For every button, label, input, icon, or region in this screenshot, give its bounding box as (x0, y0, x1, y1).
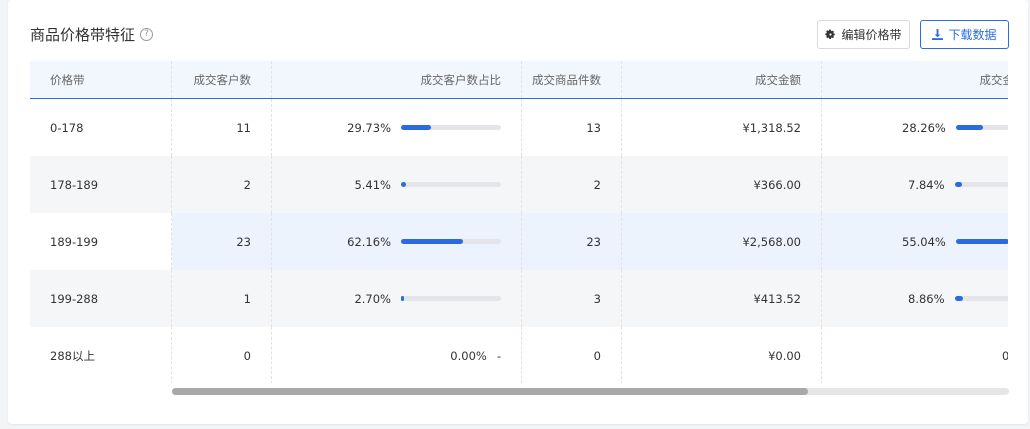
cell-amount-pct: 7.84% (822, 156, 1008, 213)
help-icon[interactable]: ? (140, 28, 154, 41)
cell-amount-pct: 0 (1002, 348, 1008, 363)
cell-amount: ¥0.00 (622, 327, 822, 383)
customer-pct-bar-fill (401, 182, 407, 187)
price-band-card: 商品价格带特征 ? 编辑价格带 下载数据 价格带 成交客户数 成交客户数占比 成… (8, 0, 1028, 424)
amount-pct-bar (955, 239, 1008, 244)
customer-pct-bar (401, 182, 501, 187)
customer-pct-bar-fill (401, 296, 404, 301)
header-amount-pct[interactable]: 成交金 (822, 61, 1009, 98)
customer-pct-bar (401, 296, 501, 301)
cell-items: 3 (522, 270, 622, 327)
cell-amount: ¥2,568.00 (622, 213, 822, 270)
cell-price-band: 288以上 (30, 327, 172, 383)
cell-customer-pct: 2.70% (272, 270, 522, 327)
table-row: 199-288 1 2.70% 3 ¥413.52 8.86% (30, 270, 1008, 328)
customer-pct-text: 29.73% (347, 120, 391, 135)
customer-pct-text: 5.41% (354, 177, 391, 192)
price-band-table: 价格带 成交客户数 成交客户数占比 成交商品件数 成交金额 成交金 0-178 … (30, 61, 1008, 383)
customer-pct-bar (401, 125, 501, 130)
amount-pct-bar-fill (954, 296, 964, 301)
header-items[interactable]: 成交商品件数 (522, 61, 622, 98)
customer-pct-bar (401, 239, 501, 244)
amount-pct-bar (954, 296, 1008, 301)
table-row: 288以上 0 0.00% - 0 ¥0.00 0 (30, 327, 1008, 383)
cell-customer-pct: 0.00% - (272, 327, 522, 383)
cell-customers: 11 (172, 99, 272, 156)
cell-items: 0 (522, 327, 622, 383)
cell-amount: ¥413.52 (622, 270, 822, 327)
amount-pct-text: 7.84% (908, 177, 945, 192)
amount-pct-bar (954, 182, 1008, 187)
cell-price-band: 199-288 (30, 270, 172, 327)
customer-pct-bar-fill (401, 239, 464, 244)
customer-pct-text: 62.16% (347, 234, 391, 249)
table-row: 0-178 11 29.73% 13 ¥1,318.52 28.26% (30, 99, 1008, 157)
cell-amount-pct: 28.26% (822, 99, 1008, 156)
table-row: 189-199 23 62.16% 23 ¥2,568.00 55.04% (30, 213, 1008, 271)
download-data-button[interactable]: 下载数据 (920, 20, 1009, 49)
cell-customers: 2 (172, 156, 272, 213)
amount-pct-text: 55.04% (902, 234, 946, 249)
cell-amount-pct: 55.04% (822, 213, 1008, 270)
cell-customer-pct: 5.41% (272, 156, 522, 213)
customer-pct-bar-fill (401, 125, 431, 130)
header-customer-pct[interactable]: 成交客户数占比 (272, 61, 522, 98)
customer-pct-text: 2.70% (354, 291, 391, 306)
download-icon (932, 29, 944, 40)
cell-customers: 0 (172, 327, 272, 383)
amount-pct-bar (955, 125, 1008, 130)
amount-pct-bar-fill (955, 125, 984, 130)
cell-customer-pct: 29.73% (272, 99, 522, 156)
card-title: 商品价格带特征 ? (30, 24, 154, 45)
edit-price-band-button[interactable]: 编辑价格带 (817, 20, 910, 49)
cell-amount: ¥366.00 (622, 156, 822, 213)
amount-pct-bar-fill (954, 182, 963, 187)
cell-amount: ¥1,318.52 (622, 99, 822, 156)
customer-pct-text: 0.00% (450, 348, 487, 363)
header-customers[interactable]: 成交客户数 (172, 61, 272, 98)
amount-pct-bar-fill (955, 239, 1008, 244)
gear-icon (825, 29, 836, 40)
header-amount[interactable]: 成交金额 (622, 61, 822, 98)
cell-price-band: 0-178 (30, 99, 172, 156)
customer-pct-dash: - (496, 348, 501, 363)
header-price-band[interactable]: 价格带 (30, 61, 172, 98)
download-data-label: 下载数据 (948, 28, 997, 42)
amount-pct-text: 28.26% (902, 120, 946, 135)
cell-customer-pct: 62.16% (272, 213, 522, 270)
cell-price-band: 189-199 (30, 213, 172, 270)
table-header: 价格带 成交客户数 成交客户数占比 成交商品件数 成交金额 成交金 (30, 61, 1008, 99)
cell-customers: 23 (172, 213, 272, 270)
scrollbar-thumb[interactable] (172, 388, 809, 395)
cell-amount-pct: 8.86% (822, 270, 1008, 327)
card-title-text: 商品价格带特征 (30, 26, 136, 44)
cell-customers: 1 (172, 270, 272, 327)
cell-price-band: 178-189 (30, 156, 172, 213)
table-row: 178-189 2 5.41% 2 ¥366.00 7.84% (30, 156, 1008, 214)
horizontal-scrollbar[interactable] (172, 388, 1009, 395)
edit-price-band-label: 编辑价格带 (841, 28, 902, 42)
cell-items: 2 (522, 156, 622, 213)
cell-items: 23 (522, 213, 622, 270)
cell-items: 13 (522, 99, 622, 156)
amount-pct-text: 8.86% (908, 291, 945, 306)
